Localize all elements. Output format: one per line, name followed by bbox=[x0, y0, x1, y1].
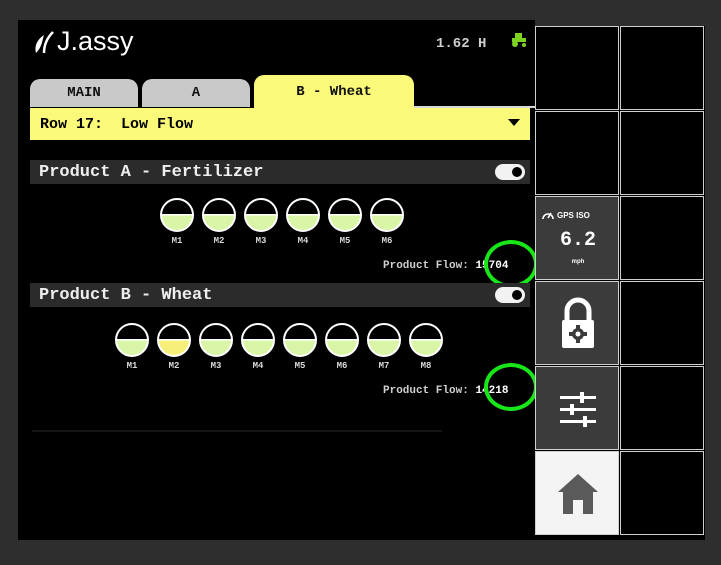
meter-gauge bbox=[328, 198, 362, 232]
meter-label: M5 bbox=[294, 361, 306, 371]
meter-label: M3 bbox=[210, 361, 222, 371]
empty-button-1[interactable] bbox=[535, 26, 619, 110]
product-a-title: Product A - Fertilizer bbox=[39, 162, 264, 182]
gps-title: GPS ISO bbox=[542, 210, 590, 220]
meter-m2[interactable]: M2 bbox=[155, 323, 193, 371]
meter-m7[interactable]: M7 bbox=[365, 323, 403, 371]
meter-label: M8 bbox=[420, 361, 432, 371]
lock-settings-button[interactable] bbox=[535, 281, 619, 365]
meter-m3[interactable]: M3 bbox=[197, 323, 235, 371]
tab-main[interactable]: MAIN bbox=[30, 79, 138, 107]
brand-logo: J.assy bbox=[32, 26, 134, 57]
meter-m1[interactable]: M1 bbox=[158, 198, 196, 246]
home-button[interactable] bbox=[535, 451, 619, 535]
meter-m8[interactable]: M8 bbox=[407, 323, 445, 371]
meter-gauge bbox=[199, 323, 233, 357]
gps-speed-button[interactable]: GPS ISO 6.2 mph bbox=[535, 196, 619, 280]
monitor-screen: J.assy 1.62 H MAIN A B - Wheat Row 17: L… bbox=[18, 20, 535, 540]
meter-gauge bbox=[160, 198, 194, 232]
meter-label: M6 bbox=[381, 236, 393, 246]
empty-button-6[interactable] bbox=[620, 281, 704, 365]
meter-m4[interactable]: M4 bbox=[284, 198, 322, 246]
caret-down-icon bbox=[508, 119, 520, 126]
empty-button-3[interactable] bbox=[535, 111, 619, 195]
flow-highlight-circle bbox=[484, 240, 535, 288]
home-icon bbox=[558, 474, 598, 514]
meter-gauge bbox=[409, 323, 443, 357]
product-a-header: Product A - Fertilizer bbox=[30, 160, 530, 184]
sliders-button[interactable] bbox=[535, 366, 619, 450]
product-b-title: Product B - Wheat bbox=[39, 285, 213, 305]
gps-speed-unit: mph bbox=[571, 259, 585, 265]
empty-button-7[interactable] bbox=[620, 366, 704, 450]
meter-gauge-low bbox=[157, 323, 191, 357]
product-a-meters: M1 M2 M3 M4 M5 M6 bbox=[158, 198, 410, 246]
product-b-toggle[interactable] bbox=[495, 287, 525, 303]
meter-m5[interactable]: M5 bbox=[326, 198, 364, 246]
meter-gauge bbox=[283, 323, 317, 357]
meter-label: M1 bbox=[171, 236, 183, 246]
flow-label: Product Flow: bbox=[383, 385, 469, 397]
tab-b-wheat[interactable]: B - Wheat bbox=[254, 75, 414, 108]
meter-label: M1 bbox=[126, 361, 138, 371]
product-b-header: Product B - Wheat bbox=[30, 283, 530, 307]
tab-b-wheat-label: B - Wheat bbox=[296, 83, 372, 100]
meter-m4[interactable]: M4 bbox=[239, 323, 277, 371]
meter-label: M2 bbox=[213, 236, 225, 246]
divider bbox=[32, 430, 442, 432]
flow-highlight-circle bbox=[484, 363, 535, 411]
meter-gauge bbox=[241, 323, 275, 357]
meter-m2[interactable]: M2 bbox=[200, 198, 238, 246]
leaf-logo-icon bbox=[35, 30, 54, 53]
row-select-value: Row 17: Low Flow bbox=[40, 116, 194, 133]
meter-gauge bbox=[370, 198, 404, 232]
meter-gauge bbox=[286, 198, 320, 232]
meter-m6[interactable]: M6 bbox=[323, 323, 361, 371]
meter-label: M7 bbox=[378, 361, 390, 371]
meter-label: M4 bbox=[252, 361, 264, 371]
meter-label: M4 bbox=[297, 236, 309, 246]
empty-button-8[interactable] bbox=[620, 451, 704, 535]
empty-button-4[interactable] bbox=[620, 111, 704, 195]
tractor-icon bbox=[512, 33, 526, 47]
meter-label: M2 bbox=[168, 361, 180, 371]
flow-label: Product Flow: bbox=[383, 260, 469, 272]
lock-settings-icon bbox=[562, 297, 594, 348]
brand-name: J.assy bbox=[57, 26, 134, 56]
tab-a-label: A bbox=[191, 85, 201, 101]
meter-m3[interactable]: M3 bbox=[242, 198, 280, 246]
meter-gauge bbox=[325, 323, 359, 357]
side-button-grid: GPS ISO 6.2 mph bbox=[535, 26, 705, 540]
product-b-meters: M1 M2 M3 M4 M5 M6 M7 M8 bbox=[113, 323, 449, 371]
meter-gauge bbox=[115, 323, 149, 357]
speedometer-icon bbox=[542, 212, 554, 220]
tab-a[interactable]: A bbox=[142, 79, 250, 107]
empty-button-2[interactable] bbox=[620, 26, 704, 110]
meter-label: M6 bbox=[336, 361, 348, 371]
empty-button-5[interactable] bbox=[620, 196, 704, 280]
gps-speed-value: 6.2 bbox=[559, 229, 596, 252]
engine-hours: 1.62 H bbox=[436, 36, 487, 52]
sliders-icon bbox=[560, 392, 596, 427]
row-select-dropdown[interactable]: Row 17: Low Flow bbox=[30, 108, 530, 140]
tab-main-label: MAIN bbox=[67, 85, 101, 101]
meter-m5[interactable]: M5 bbox=[281, 323, 319, 371]
meter-m1[interactable]: M1 bbox=[113, 323, 151, 371]
meter-gauge bbox=[202, 198, 236, 232]
meter-m6[interactable]: M6 bbox=[368, 198, 406, 246]
product-a-toggle[interactable] bbox=[495, 164, 525, 180]
gps-title-label: GPS ISO bbox=[557, 210, 590, 220]
meter-gauge bbox=[367, 323, 401, 357]
meter-label: M5 bbox=[339, 236, 351, 246]
meter-label: M3 bbox=[255, 236, 267, 246]
meter-gauge bbox=[244, 198, 278, 232]
